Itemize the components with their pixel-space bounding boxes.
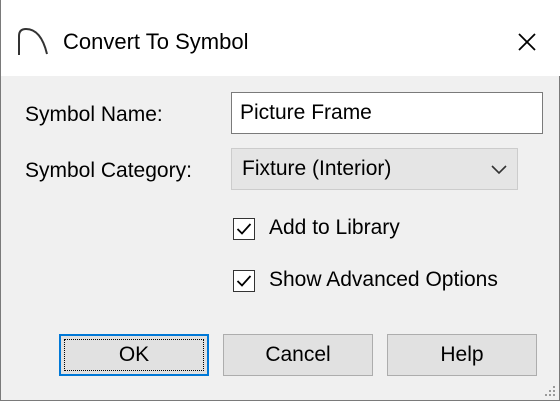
help-button[interactable]: Help — [387, 334, 537, 376]
symbol-name-label: Symbol Name: — [25, 103, 163, 126]
checkbox-box[interactable] — [233, 218, 255, 240]
title-bar: Convert To Symbol — [1, 0, 560, 76]
ok-button-label: OK — [118, 343, 150, 366]
ok-button[interactable]: OK — [59, 334, 209, 376]
close-button[interactable] — [509, 24, 545, 60]
symbol-name-input[interactable] — [240, 99, 536, 127]
checkmark-icon — [236, 275, 252, 287]
cancel-button-label: Cancel — [265, 343, 331, 366]
resize-grip-icon[interactable] — [542, 383, 556, 397]
help-button-label: Help — [440, 343, 484, 366]
checkbox-box[interactable] — [233, 270, 255, 292]
checkmark-icon — [236, 223, 252, 235]
symbol-category-value: Fixture (Interior) — [242, 157, 392, 180]
convert-to-symbol-dialog: Convert To Symbol Symbol Name: Symbol Ca… — [0, 0, 560, 401]
symbol-category-select[interactable]: Fixture (Interior) — [231, 148, 518, 190]
chevron-down-icon — [491, 162, 507, 176]
cancel-button[interactable]: Cancel — [223, 334, 373, 376]
arch-icon — [15, 26, 49, 56]
symbol-category-label: Symbol Category: — [25, 159, 192, 182]
close-icon — [518, 33, 536, 51]
add-to-library-label: Add to Library — [269, 216, 400, 239]
show-advanced-options-label: Show Advanced Options — [269, 268, 498, 291]
window-title: Convert To Symbol — [63, 29, 249, 54]
symbol-name-field[interactable] — [231, 92, 543, 134]
